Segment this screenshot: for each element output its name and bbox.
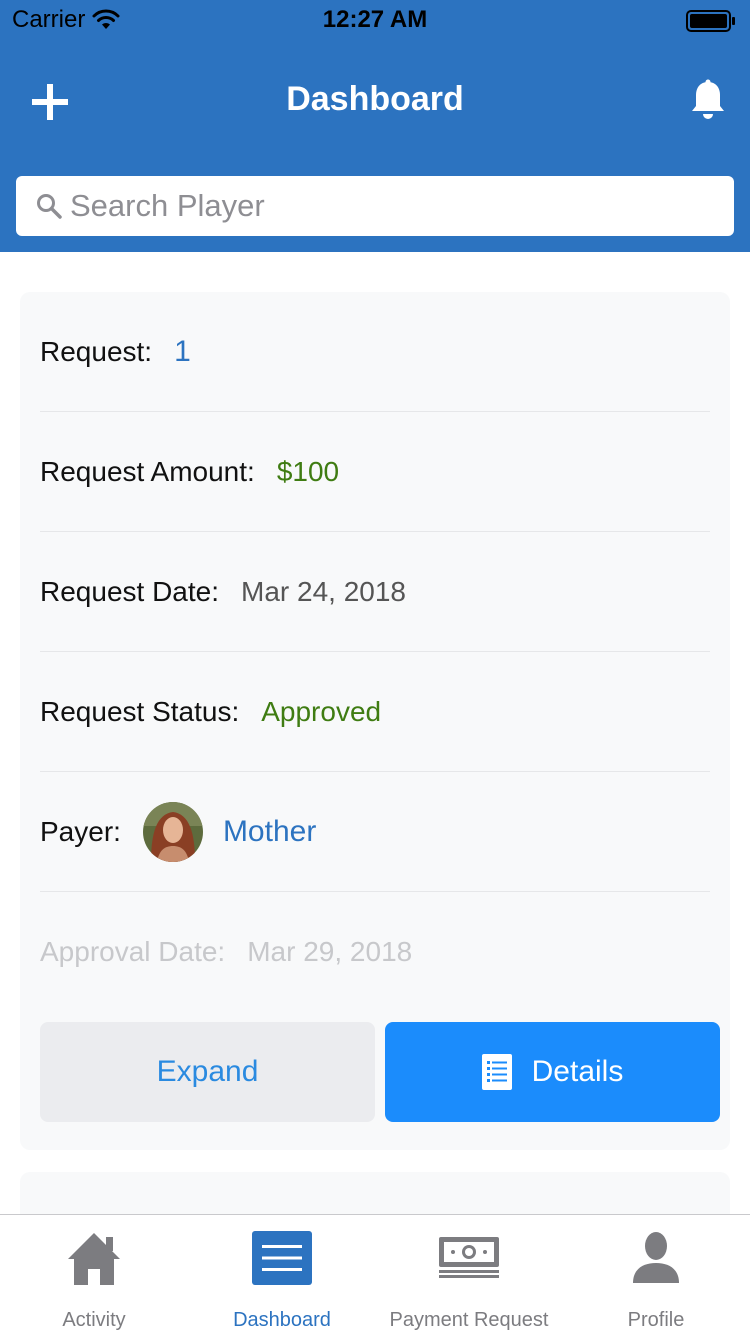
payer-name[interactable]: Mother (223, 815, 316, 849)
request-number: 1 (174, 335, 191, 368)
status-label: Request Status: (40, 696, 240, 727)
expand-button[interactable]: Expand (40, 1022, 375, 1122)
approval-label: Approval Date: (40, 936, 226, 967)
tab-label: Dashboard (233, 1309, 331, 1331)
tab-dashboard[interactable]: Dashboard (188, 1215, 376, 1334)
request-label: Request: (40, 336, 153, 367)
document-list-icon (481, 1054, 512, 1090)
request-row: Request: 1 (40, 292, 710, 412)
tab-payment-request[interactable]: Payment Request (375, 1215, 563, 1334)
search-bar (16, 176, 734, 236)
nav-bar: Dashboard (0, 60, 750, 140)
bell-icon[interactable] (688, 78, 728, 124)
amount-row: Request Amount: $100 (40, 412, 710, 532)
search-input[interactable] (70, 188, 710, 224)
search-icon (37, 194, 62, 219)
expand-label: Expand (156, 1055, 259, 1088)
amount-value: $100 (276, 456, 340, 487)
page-title: Dashboard (286, 80, 464, 118)
banknote-icon (439, 1237, 499, 1278)
details-button[interactable]: Details (385, 1022, 720, 1122)
approval-value: Mar 29, 2018 (247, 936, 413, 967)
tab-label: Activity (62, 1309, 126, 1331)
tab-label: Profile (627, 1309, 685, 1331)
screen: Carrier 12:27 AM Dashboard Search Player… (0, 0, 750, 1334)
avatar[interactable] (142, 802, 203, 862)
date-value: Mar 24, 2018 (241, 576, 406, 607)
person-icon (633, 1232, 679, 1283)
tab-activity[interactable]: Activity (0, 1215, 188, 1334)
list-icon (252, 1231, 312, 1285)
payer-label: Payer: (40, 816, 121, 847)
status-time: 12:27 AM (322, 6, 428, 33)
tab-label: Payment Request (389, 1309, 549, 1331)
home-icon (68, 1233, 120, 1285)
header: Carrier 12:27 AM Dashboard Search Player (0, 0, 750, 252)
date-label: Request Date: (40, 576, 219, 607)
request-card: Request: 1 Request Amount: $100 Request … (20, 292, 730, 1150)
tab-profile[interactable]: Profile (562, 1215, 750, 1334)
battery-icon (686, 10, 735, 32)
date-row: Request Date: Mar 24, 2018 (40, 532, 710, 652)
details-label: Details (531, 1055, 624, 1088)
tab-bar: Activity Dashboard Payment Request Profi… (0, 1214, 750, 1334)
status-bar: Carrier 12:27 AM (0, 0, 750, 40)
amount-label: Request Amount: (40, 456, 255, 487)
status-value: Approved (261, 696, 382, 727)
payer-row: Payer: Mother (40, 772, 710, 892)
status-row: Request Status: Approved (40, 652, 710, 772)
approval-row: Approval Date: Mar 29, 2018 (40, 892, 710, 1012)
